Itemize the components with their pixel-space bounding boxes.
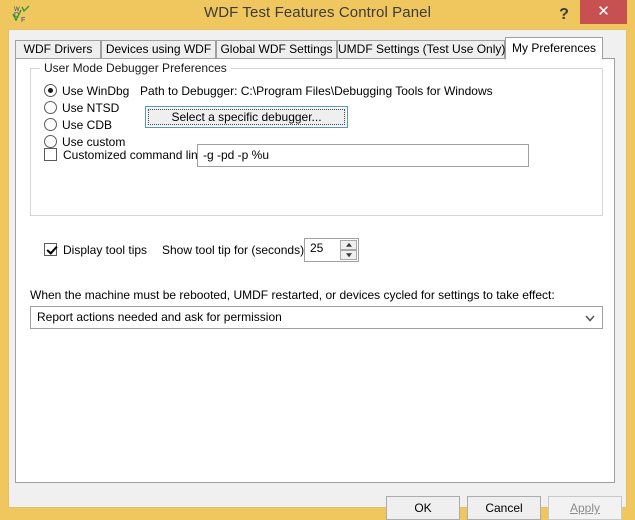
radio-label: Use NTSD <box>62 101 119 115</box>
checkbox-customized-command-line[interactable]: Customized command line <box>44 146 204 163</box>
command-line-input[interactable]: -g -pd -p %u <box>197 144 529 167</box>
help-button[interactable]: ? <box>549 0 579 29</box>
chevron-down-icon <box>585 315 594 321</box>
dialog-client-area: WDF Drivers Devices using WDF Global WDF… <box>8 29 627 508</box>
tab-devices-using-wdf[interactable]: Devices using WDF <box>101 40 216 59</box>
close-button[interactable]: ✕ <box>580 0 627 24</box>
radio-label: Use CDB <box>62 118 112 132</box>
spinner-up-icon[interactable] <box>340 240 357 250</box>
cancel-button[interactable]: Cancel <box>467 496 541 520</box>
reboot-behavior-label: When the machine must be rebooted, UMDF … <box>30 288 555 302</box>
radio-use-cdb[interactable]: Use CDB <box>44 116 112 133</box>
tab-page-my-preferences: User Mode Debugger Preferences Use WinDb… <box>15 58 615 483</box>
checkbox-indicator <box>44 243 57 256</box>
radio-indicator <box>44 118 57 131</box>
reboot-behavior-combobox[interactable]: Report actions needed and ask for permis… <box>30 306 603 329</box>
tooltip-duration-spinner[interactable]: 25 <box>304 238 359 262</box>
radio-label: Use WinDbg <box>62 84 129 98</box>
title-bar: W D F WDF Test Features Control Panel ? … <box>0 0 635 29</box>
groupbox-title: User Mode Debugger Preferences <box>40 61 231 75</box>
spinner-value: 25 <box>310 241 323 255</box>
spinner-down-icon[interactable] <box>340 250 357 260</box>
radio-indicator <box>44 84 57 97</box>
focus-ring <box>148 109 345 125</box>
tab-global-wdf-settings[interactable]: Global WDF Settings <box>216 40 337 59</box>
checkbox-label: Display tool tips <box>63 243 147 257</box>
radio-use-ntsd[interactable]: Use NTSD <box>44 99 119 116</box>
combobox-selected-value: Report actions needed and ask for permis… <box>37 310 282 324</box>
footer-divider <box>15 485 615 486</box>
ok-button[interactable]: OK <box>386 496 460 520</box>
apply-button-label: Apply <box>570 501 600 515</box>
window-title: WDF Test Features Control Panel <box>0 4 635 21</box>
debugger-path-label: Path to Debugger: C:\Program Files\Debug… <box>140 84 493 98</box>
apply-button: Apply <box>548 496 622 520</box>
checkbox-indicator <box>44 148 57 161</box>
dialog-window: W D F WDF Test Features Control Panel ? … <box>0 0 635 516</box>
tooltip-duration-label: Show tool tip for (seconds) <box>162 243 304 257</box>
tab-my-preferences[interactable]: My Preferences <box>505 37 603 60</box>
select-debugger-button[interactable]: Select a specific debugger... <box>145 106 348 128</box>
radio-use-windbg[interactable]: Use WinDbg <box>44 82 129 99</box>
radio-indicator <box>44 101 57 114</box>
checkbox-label: Customized command line <box>63 148 204 162</box>
tab-wdf-drivers[interactable]: WDF Drivers <box>15 40 101 59</box>
tab-umdf-settings[interactable]: UMDF Settings (Test Use Only) <box>337 40 505 59</box>
checkbox-display-tool-tips[interactable]: Display tool tips <box>44 241 147 258</box>
spinner-buttons <box>340 240 357 260</box>
